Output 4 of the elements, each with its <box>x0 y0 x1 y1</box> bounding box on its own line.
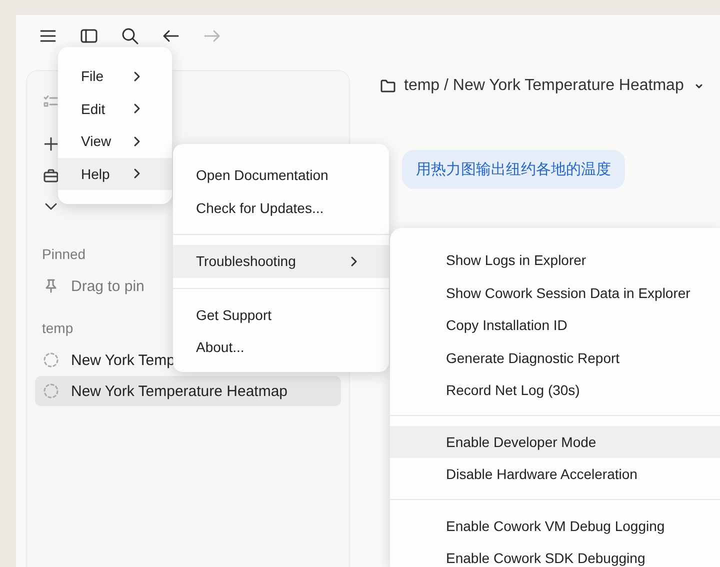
section-heading: temp <box>42 320 74 338</box>
message-bubble: 用热力图输出纽约各地的温度 <box>402 150 625 189</box>
drag-hint: Drag to pin <box>71 278 144 294</box>
section-heading: Pinned <box>42 246 86 264</box>
